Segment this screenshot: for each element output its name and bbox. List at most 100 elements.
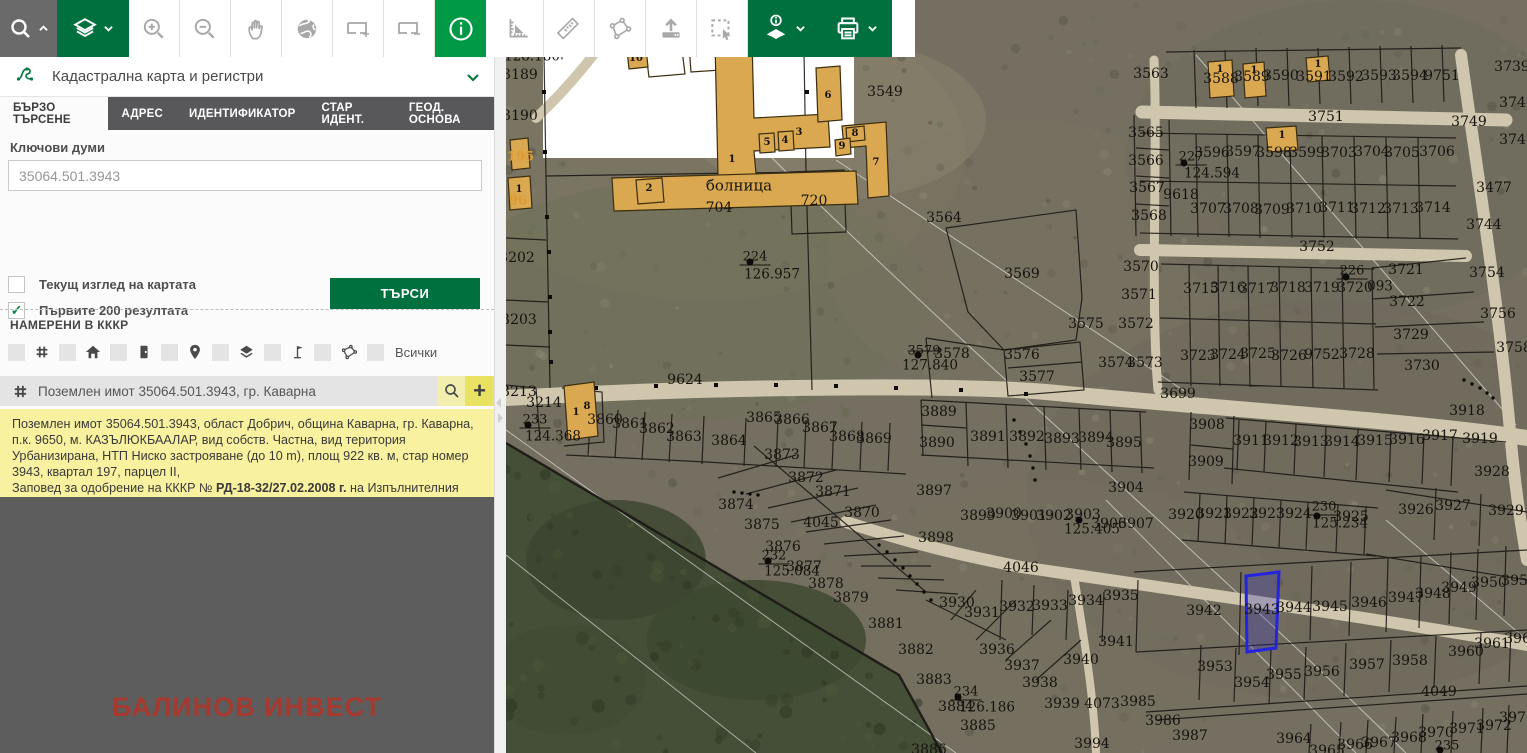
map-label: 9751 xyxy=(1424,69,1460,83)
first200-checkbox-row[interactable]: ✓ Първите 200 резултата xyxy=(8,302,188,319)
map-label: 3962 xyxy=(1504,632,1527,646)
map-label: 3728 xyxy=(1339,347,1375,361)
filter-toggle[interactable] xyxy=(314,344,331,361)
map-label: 8 xyxy=(852,129,859,139)
expand-right-icon[interactable] xyxy=(498,413,503,423)
map-label: 3940 xyxy=(1063,653,1099,667)
result-add-button[interactable]: + xyxy=(465,376,494,406)
order-text-pre: Заповед за одобрение на КККР № xyxy=(12,481,216,495)
chevron-down-icon xyxy=(795,24,806,33)
order-number: РД-18-32/27.02.2008 г. xyxy=(216,481,347,495)
parcel-grid-icon[interactable] xyxy=(34,344,50,360)
map-viewport[interactable]: 128.180+318931903195961103549123456789бо… xyxy=(506,0,1527,753)
map-label: 3573 xyxy=(1127,356,1163,370)
collapse-left-icon[interactable] xyxy=(496,398,501,408)
map-label: 3964 xyxy=(1276,732,1312,746)
tab-quick-search[interactable]: БЪРЗО ТЪРСЕНЕ xyxy=(0,97,108,130)
tab-geodetic-base[interactable]: ГЕОД. ОСНОВА xyxy=(396,97,494,130)
filter-toggle[interactable] xyxy=(110,344,127,361)
map-label: 3576 xyxy=(1004,348,1040,362)
filter-all-label[interactable]: Всички xyxy=(395,345,437,360)
map-label: 3954 xyxy=(1234,676,1270,690)
info-icon xyxy=(447,15,475,43)
map-label: 124.594 xyxy=(1184,167,1240,181)
print-button[interactable] xyxy=(820,0,892,57)
map-label: 3890 xyxy=(919,436,955,450)
map-label: 8 xyxy=(584,402,591,412)
geodetic-flag-icon[interactable] xyxy=(290,344,305,360)
map-label: 3703 xyxy=(1321,146,1357,160)
current-view-checkbox-row[interactable]: Текущ изглед на картата xyxy=(8,276,196,293)
hand-icon xyxy=(244,17,268,41)
map-label: 3863 xyxy=(666,430,702,444)
layers-filter-icon[interactable] xyxy=(238,344,255,360)
map-label: 3882 xyxy=(898,643,934,657)
result-zoom-button[interactable] xyxy=(438,376,465,406)
map-label: 3722 xyxy=(1389,295,1425,309)
legend-info-icon xyxy=(762,14,790,44)
map-label: 3189 xyxy=(506,68,538,82)
watermark: БАЛИНОВ ИНВЕСТ xyxy=(0,692,494,723)
map-label: 3937 xyxy=(1004,659,1040,673)
service-header[interactable]: Кадастрална карта и регистри xyxy=(0,57,494,97)
result-item[interactable]: Поземлен имот 35064.501.3943, гр. Каварн… xyxy=(0,376,494,406)
map-label: 3730 xyxy=(1404,359,1440,373)
map-label: 3955 xyxy=(1266,668,1302,682)
map-label: 9 xyxy=(839,142,846,152)
map-label: 3746 xyxy=(1499,96,1527,110)
map-label: 3889 xyxy=(921,405,957,419)
legend-button[interactable] xyxy=(748,0,820,57)
map-label: 3699 xyxy=(1160,387,1196,401)
extent-shrink-button[interactable] xyxy=(384,0,435,57)
checkbox-checked[interactable]: ✓ xyxy=(8,302,25,319)
filter-toggle[interactable] xyxy=(264,344,281,361)
map-label: 3710 xyxy=(1286,202,1322,216)
extent-enlarge-button[interactable] xyxy=(333,0,384,57)
map-label: 3739 xyxy=(1494,60,1527,74)
address-pin-icon[interactable] xyxy=(187,344,203,360)
building-house-icon[interactable] xyxy=(85,344,101,360)
chevron-down-icon[interactable] xyxy=(466,70,480,88)
map-label: 3575 xyxy=(1068,317,1104,331)
map-label: 3938 xyxy=(1022,676,1058,690)
filter-toggle[interactable] xyxy=(161,344,178,361)
search-button[interactable]: ТЪРСИ xyxy=(330,278,480,309)
map-label: 3707 xyxy=(1190,202,1226,216)
zone-polygon-icon[interactable] xyxy=(340,344,358,360)
identify-button[interactable] xyxy=(435,0,486,57)
search-toggle-button[interactable] xyxy=(0,0,57,57)
sidebar-collapse-strip[interactable] xyxy=(494,0,506,753)
map-label: 224 xyxy=(740,251,771,266)
keywords-input[interactable] xyxy=(8,160,482,191)
pan-button[interactable] xyxy=(231,0,282,57)
tab-old-ident[interactable]: СТАР ИДЕНТ. xyxy=(309,97,396,130)
tab-identifier[interactable]: ИДЕНТИФИКАТОР xyxy=(176,97,309,130)
map-label: 3871 xyxy=(815,485,851,499)
filter-toggle[interactable] xyxy=(8,344,25,361)
layers-button[interactable] xyxy=(57,0,129,57)
zoom-in-button[interactable] xyxy=(129,0,180,57)
checkbox-unchecked[interactable] xyxy=(8,276,25,293)
zoom-out-button[interactable] xyxy=(180,0,231,57)
box-select-button[interactable] xyxy=(697,0,748,57)
scale-measure-button[interactable] xyxy=(493,0,544,57)
filter-toggle[interactable] xyxy=(59,344,76,361)
map-label: 3718 xyxy=(1270,281,1306,295)
upload-button[interactable] xyxy=(646,0,697,57)
map-label: 3898 xyxy=(918,531,954,545)
filter-toggle[interactable] xyxy=(212,344,229,361)
map-label: 3897 xyxy=(916,484,952,498)
entrance-icon[interactable] xyxy=(136,344,152,360)
map-label: 3908 xyxy=(1189,418,1225,432)
distance-measure-button[interactable] xyxy=(544,0,595,57)
map-label: 3754 xyxy=(1469,266,1505,280)
map-label: 3985 xyxy=(1120,695,1156,709)
tab-address[interactable]: АДРЕС xyxy=(108,97,176,130)
filter-toggle[interactable] xyxy=(367,344,384,361)
map-label: 3951 xyxy=(1501,574,1527,588)
area-measure-button[interactable] xyxy=(595,0,646,57)
map-label: 3943 xyxy=(1244,603,1280,617)
map-label: 3566 xyxy=(1128,154,1164,168)
map-label: 4046 xyxy=(1003,561,1039,575)
world-button[interactable] xyxy=(282,0,333,57)
